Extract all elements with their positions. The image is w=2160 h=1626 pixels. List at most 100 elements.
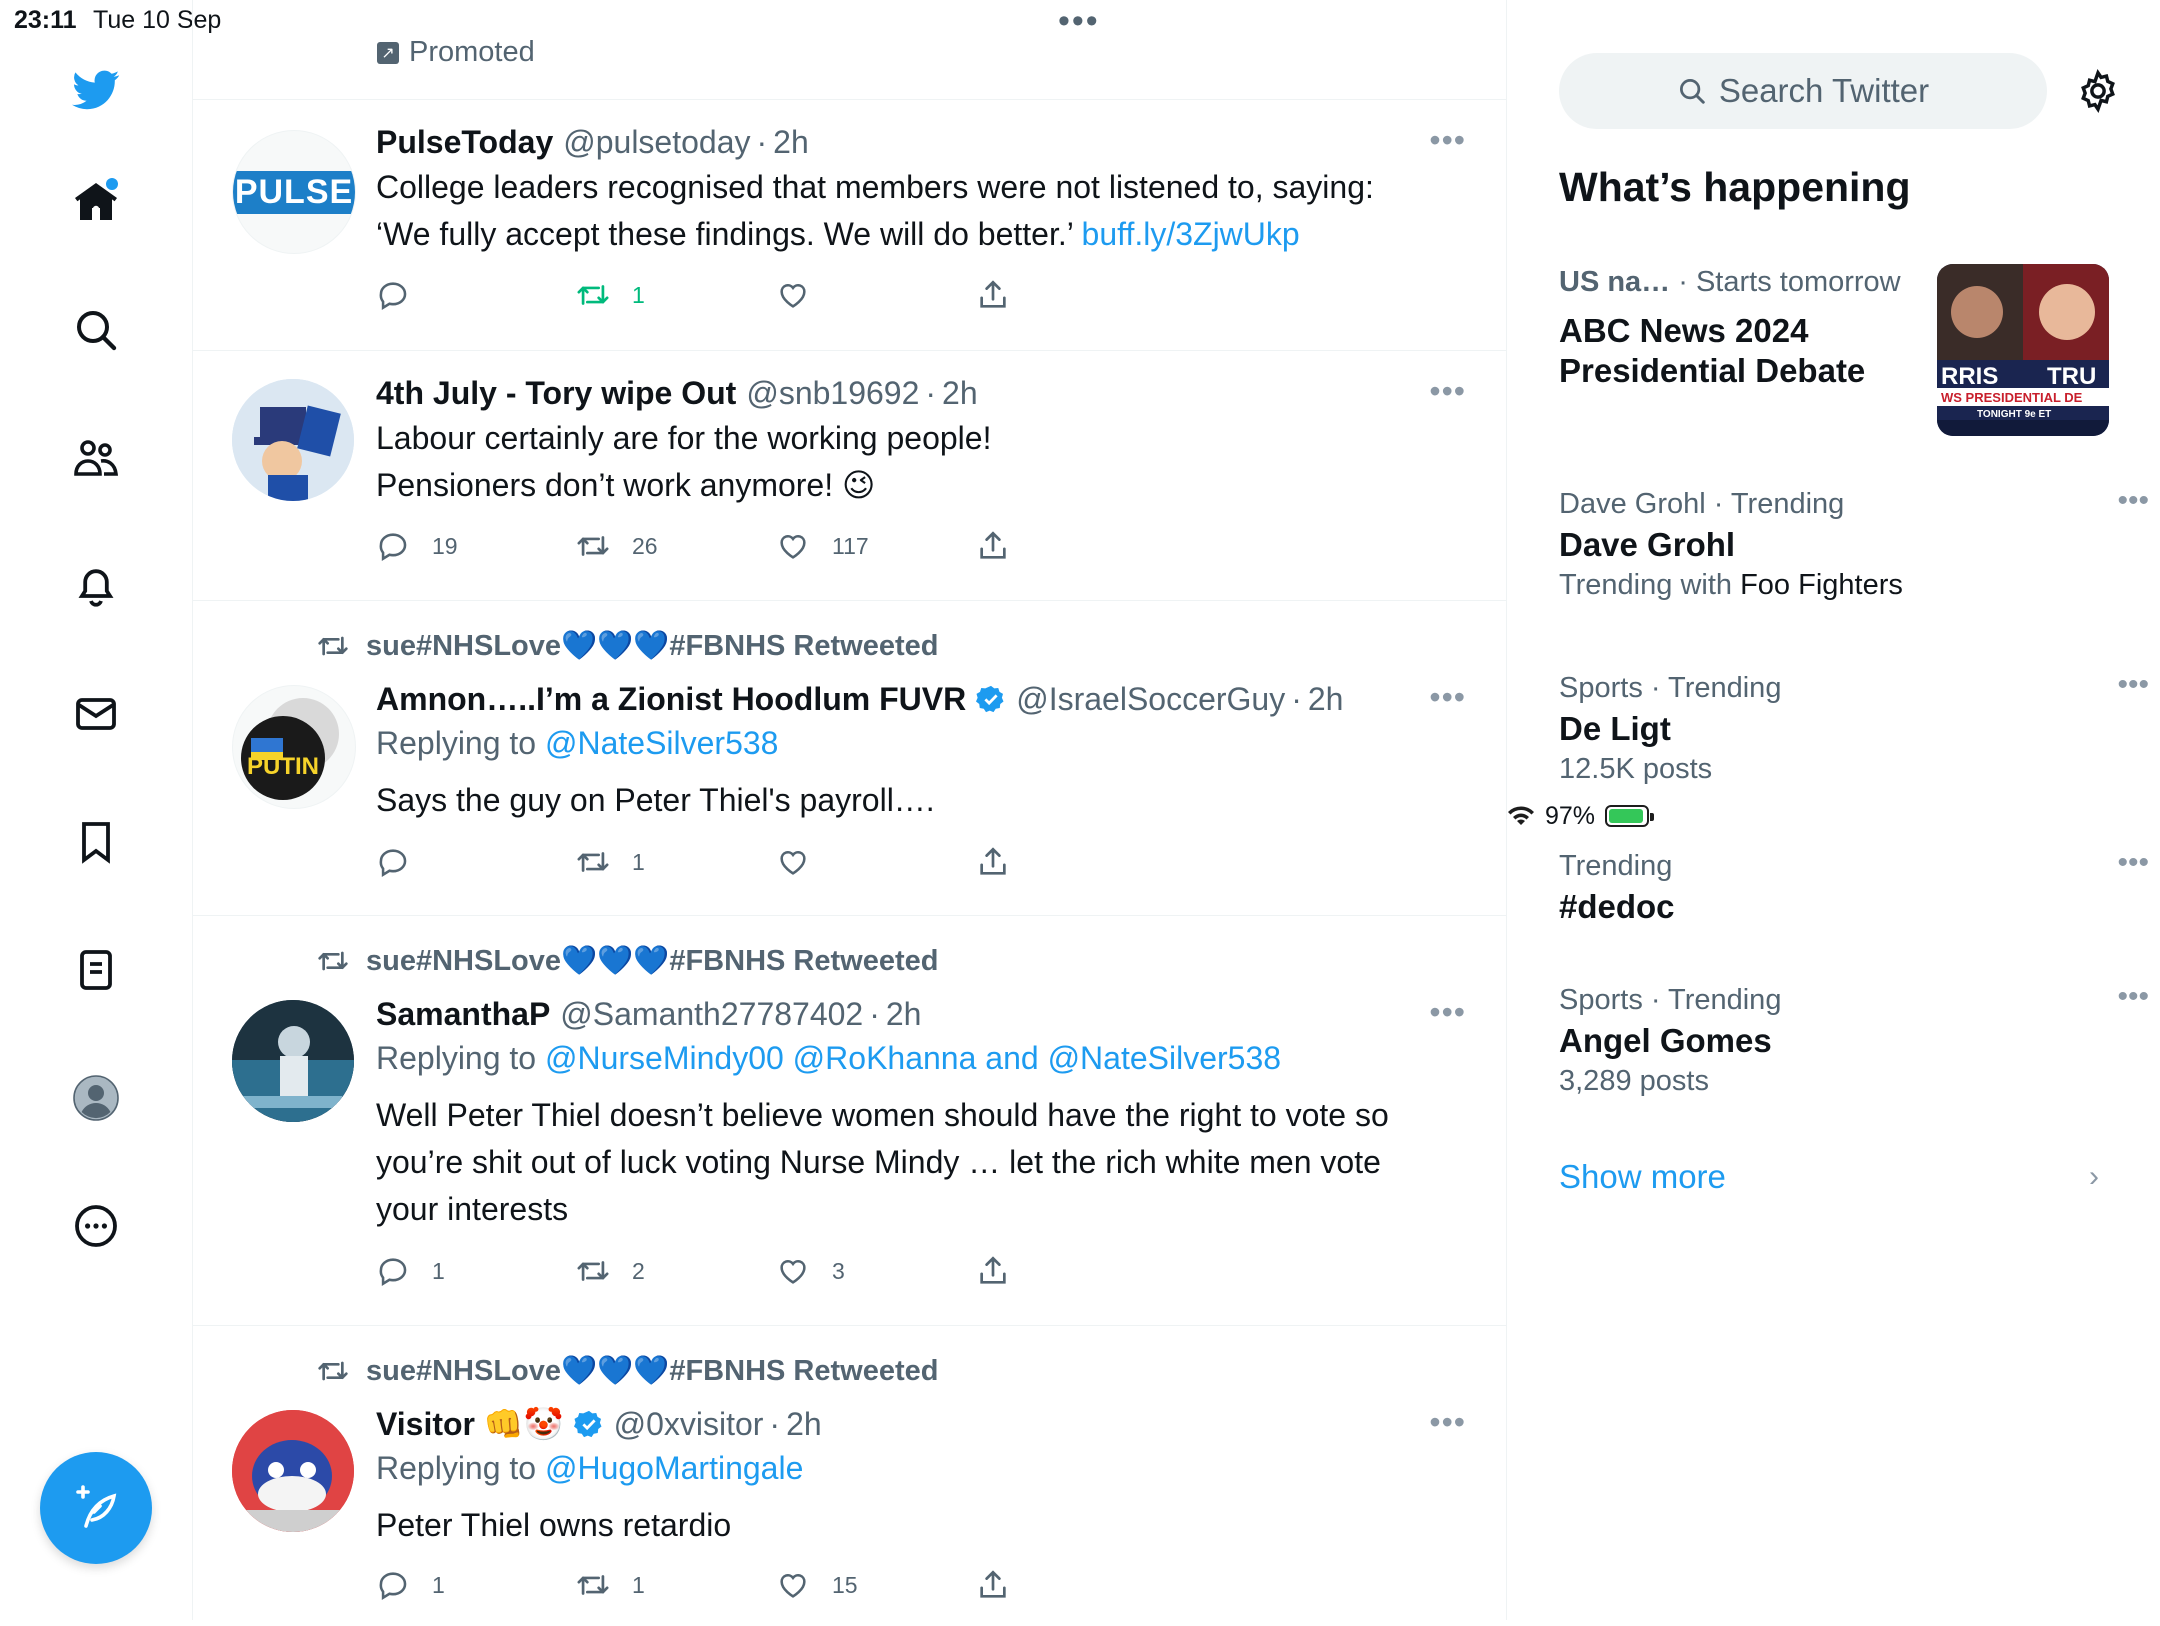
author-handle[interactable]: @0xvisitor bbox=[614, 1404, 764, 1444]
nav-notifications[interactable] bbox=[0, 546, 192, 626]
trend-more-button[interactable]: ••• bbox=[2117, 484, 2149, 518]
reply-button[interactable] bbox=[376, 845, 432, 879]
tweet-more-button[interactable]: ••• bbox=[1429, 122, 1466, 159]
author-name[interactable]: Visitor 👊🤡 bbox=[376, 1404, 564, 1444]
home-notification-dot bbox=[106, 178, 118, 190]
tweet[interactable]: sue#NHSLove💙💙💙#FBNHS Retweeted Visitor 👊… bbox=[192, 1326, 1506, 1620]
envelope-icon bbox=[76, 698, 116, 730]
show-more-link[interactable]: Show more bbox=[1559, 1158, 1726, 1196]
avatar[interactable]: PULSE bbox=[232, 130, 356, 254]
replying-to-link[interactable]: @NateSilver538 bbox=[545, 725, 778, 761]
nav-explore[interactable] bbox=[0, 290, 192, 370]
author-name[interactable]: 4th July - Tory wipe Out bbox=[376, 373, 736, 413]
share-button[interactable] bbox=[976, 1568, 1010, 1602]
author-handle[interactable]: @pulsetoday bbox=[563, 122, 750, 162]
share-button[interactable] bbox=[976, 845, 1010, 879]
nav-profile[interactable] bbox=[0, 1058, 192, 1138]
tweet-time[interactable]: 2h bbox=[942, 373, 978, 413]
nav-lists[interactable] bbox=[0, 930, 192, 1010]
retweeted-by-label[interactable]: sue#NHSLove💙💙💙#FBNHS Retweeted bbox=[366, 944, 938, 978]
tweet-time[interactable]: 2h bbox=[786, 1404, 822, 1444]
avatar[interactable]: PUTIN bbox=[232, 685, 356, 809]
heart-icon bbox=[780, 1260, 806, 1284]
tweet-time[interactable]: 2h bbox=[1308, 679, 1344, 719]
reply-button[interactable] bbox=[376, 278, 432, 312]
avatar[interactable] bbox=[232, 379, 354, 501]
tweet[interactable]: sue#NHSLove💙💙💙#FBNHS Retweeted SamanthaP… bbox=[192, 916, 1506, 1326]
retweet-button[interactable]: 1 bbox=[576, 845, 645, 879]
compose-tweet-button[interactable] bbox=[40, 1452, 152, 1564]
like-button[interactable]: 15 bbox=[776, 1568, 858, 1602]
tweet-more-button[interactable]: ••• bbox=[1429, 994, 1466, 1031]
retweet-button[interactable]: 26 bbox=[576, 529, 658, 563]
trend-more-button[interactable]: ••• bbox=[2117, 846, 2149, 880]
author-handle[interactable]: @snb19692 bbox=[746, 373, 919, 413]
author-handle[interactable]: @Samanth27787402 bbox=[560, 994, 863, 1034]
trend-title: De Ligt bbox=[1559, 710, 1671, 747]
retweet-icon bbox=[318, 951, 348, 971]
like-button[interactable] bbox=[776, 278, 832, 312]
author-name[interactable]: PulseToday bbox=[376, 122, 553, 162]
retweet-button[interactable]: 2 bbox=[576, 1254, 645, 1288]
tweet-more-button[interactable]: ••• bbox=[1429, 1404, 1466, 1441]
author-name[interactable]: SamanthaP bbox=[376, 994, 550, 1034]
nav-communities[interactable] bbox=[0, 418, 192, 498]
tweet[interactable]: PULSE PulseToday @pulsetoday · 2h Colleg… bbox=[192, 100, 1506, 351]
chevron-right-icon: › bbox=[2089, 1160, 2099, 1193]
retweet-button[interactable]: 1 bbox=[576, 1568, 645, 1602]
replying-to-link[interactable]: @NurseMindy00 @RoKhanna and @NateSilver5… bbox=[545, 1040, 1281, 1076]
tweet-link[interactable]: buff.ly/3ZjwUkp bbox=[1082, 216, 1300, 252]
trend-meta: Trending bbox=[1559, 850, 1673, 882]
nav-more[interactable] bbox=[0, 1186, 192, 1266]
replying-to: Replying to @NateSilver538 bbox=[376, 725, 779, 761]
trend-more-button[interactable]: ••• bbox=[2117, 980, 2149, 1014]
like-button[interactable]: 3 bbox=[776, 1254, 845, 1288]
tweet-time[interactable]: 2h bbox=[886, 994, 922, 1034]
nav-bookmarks[interactable] bbox=[0, 802, 192, 882]
trend-sub: 12.5K posts bbox=[1559, 753, 1713, 785]
list-icon bbox=[80, 950, 112, 990]
replying-to-link[interactable]: @HugoMartingale bbox=[545, 1450, 803, 1486]
retweet-button[interactable]: 1 bbox=[576, 278, 645, 312]
reply-button[interactable]: 1 bbox=[376, 1568, 445, 1602]
retweeted-by-label[interactable]: sue#NHSLove💙💙💙#FBNHS Retweeted bbox=[366, 629, 938, 663]
replying-to: Replying to @HugoMartingale bbox=[376, 1450, 804, 1486]
trend-title: Angel Gomes bbox=[1559, 1022, 1772, 1059]
trend-item[interactable]: Sports · Trending Angel Gomes 3,289 post… bbox=[1559, 980, 2149, 1098]
share-icon bbox=[980, 1570, 1006, 1598]
nav-messages[interactable] bbox=[0, 674, 192, 754]
reply-button[interactable]: 1 bbox=[376, 1254, 445, 1288]
trend-item[interactable]: Trending #dedoc ••• bbox=[1559, 846, 2149, 927]
tweet-more-button[interactable]: ••• bbox=[1429, 373, 1466, 410]
like-button[interactable]: 117 bbox=[776, 529, 869, 563]
reply-button[interactable]: 19 bbox=[376, 529, 458, 563]
tweet-text: Well Peter Thiel doesn’t believe women s… bbox=[376, 1097, 1389, 1227]
tweet-time[interactable]: 2h bbox=[773, 122, 809, 162]
reply-icon bbox=[379, 849, 407, 878]
tweet[interactable]: 4th July - Tory wipe Out @snb19692 · 2h … bbox=[192, 351, 1506, 601]
author-name[interactable]: Amnon…..I’m a Zionist Hoodlum FUVR bbox=[376, 679, 966, 719]
tweet-more-button[interactable]: ••• bbox=[1429, 679, 1466, 716]
retweeted-by-label[interactable]: sue#NHSLove💙💙💙#FBNHS Retweeted bbox=[366, 1354, 938, 1388]
trend-more-button[interactable]: ••• bbox=[2117, 668, 2149, 702]
share-button[interactable] bbox=[976, 1254, 1010, 1288]
search-input[interactable]: Search Twitter bbox=[1559, 53, 2047, 129]
news-thumbnail[interactable]: RRIS TRU WS PRESIDENTIAL DE TONIGHT 9e E… bbox=[1937, 264, 2109, 436]
tweet[interactable]: sue#NHSLove💙💙💙#FBNHS Retweeted PUTIN Amn… bbox=[192, 601, 1506, 916]
trend-item[interactable]: Sports · Trending De Ligt 12.5K posts ••… bbox=[1559, 668, 2149, 786]
tweet-header: SamanthaP @Samanth27787402 · 2h bbox=[376, 994, 922, 1034]
share-button[interactable] bbox=[976, 529, 1010, 563]
author-handle[interactable]: @IsraelSoccerGuy bbox=[1016, 679, 1285, 719]
settings-gear-icon[interactable] bbox=[2075, 68, 2121, 114]
like-button[interactable] bbox=[776, 845, 832, 879]
nav-home[interactable] bbox=[0, 162, 192, 242]
trend-sub: Trending with Foo Fighters bbox=[1559, 569, 1903, 601]
retweet-icon bbox=[577, 536, 609, 556]
trend-item[interactable]: Dave Grohl · Trending Dave Grohl Trendin… bbox=[1559, 484, 2149, 602]
avatar[interactable] bbox=[232, 1000, 354, 1122]
twitter-logo-icon[interactable] bbox=[0, 50, 192, 130]
share-icon bbox=[980, 531, 1006, 559]
avatar[interactable] bbox=[232, 1410, 354, 1532]
share-button[interactable] bbox=[976, 278, 1010, 312]
promoted-text: Promoted bbox=[409, 36, 535, 68]
